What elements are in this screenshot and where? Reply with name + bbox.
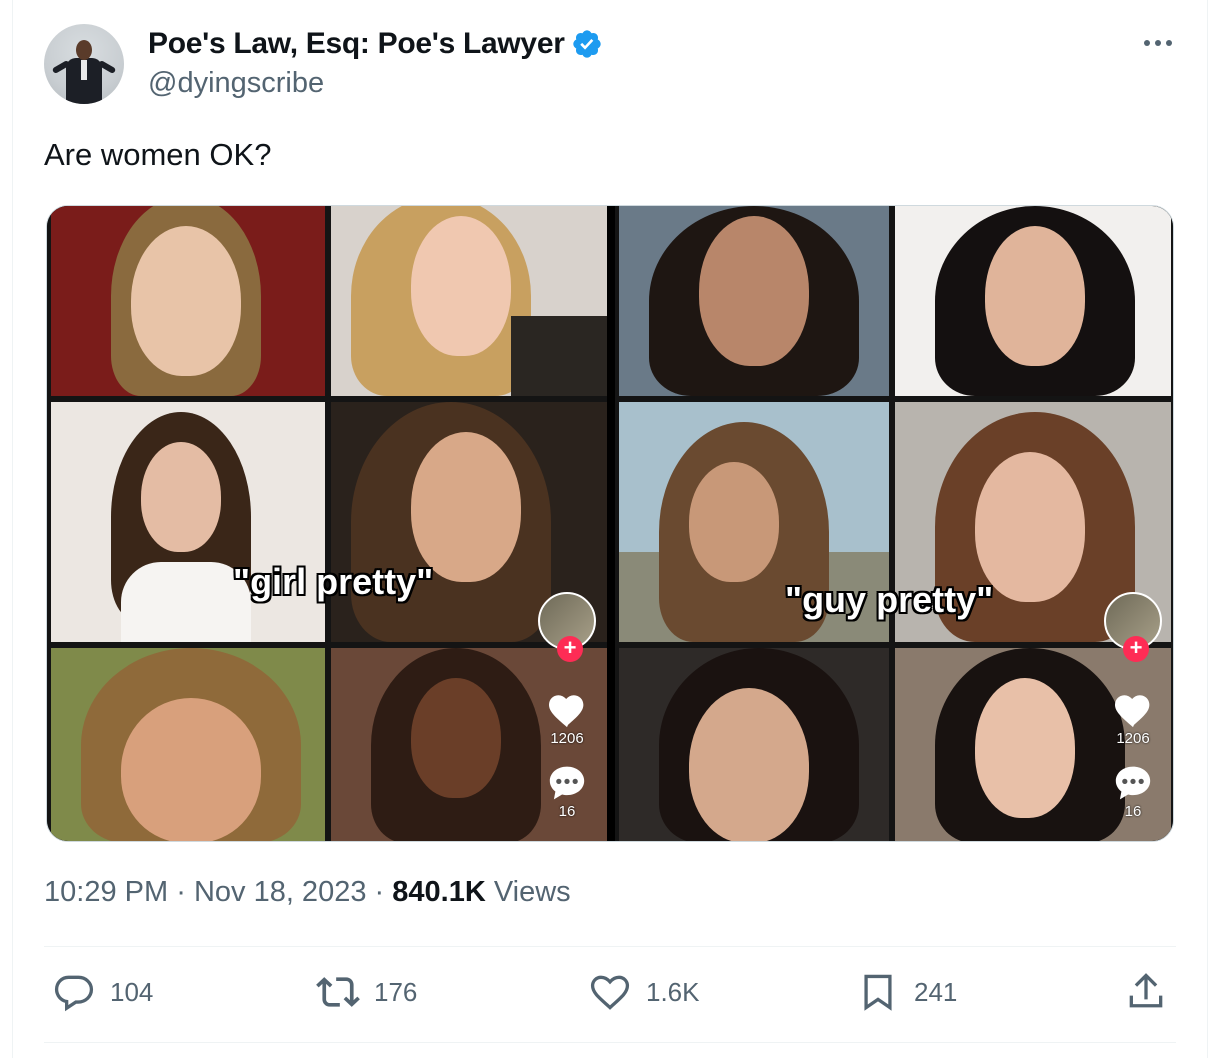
tiktok-creator-avatar: +: [1104, 592, 1162, 662]
like-count: 1.6K: [646, 976, 700, 1007]
reply-button[interactable]: 104: [52, 970, 153, 1014]
bookmark-count: 241: [914, 976, 958, 1007]
tweet-meta: 10:29 PM · Nov 18, 2023 · 840.1K Views: [44, 876, 571, 909]
display-name-text[interactable]: Poe's Law, Esq: Poe's Lawyer: [148, 27, 565, 61]
tiktok-comment-icon: [1115, 766, 1151, 800]
heart-icon: [590, 975, 630, 1010]
left-tiktok-sidebar: + 1206 16: [535, 592, 599, 820]
follow-plus-icon: +: [1123, 636, 1149, 662]
bookmark-icon: [864, 974, 892, 1011]
meta-separator: ·: [374, 876, 385, 908]
share-icon: [1129, 973, 1163, 1008]
tweet-time[interactable]: 10:29 PM: [44, 876, 168, 908]
tiktok-like-count: 1206: [1116, 730, 1150, 747]
more-horizontal-icon: [1144, 40, 1150, 46]
follow-plus-icon: +: [557, 636, 583, 662]
reply-icon: [54, 975, 94, 1012]
media-panel-right: "guy pretty" + 1206 16: [615, 206, 1173, 841]
retweet-button[interactable]: 176: [316, 970, 417, 1014]
share-button[interactable]: [1124, 970, 1168, 1014]
tiktok-comment-count: 16: [558, 803, 576, 820]
verified-badge-icon: [572, 30, 601, 58]
meta-separator: ·: [176, 876, 186, 908]
media-panel-left: "girl pretty" + 1206 16: [47, 206, 607, 841]
retweet-count: 176: [374, 976, 418, 1007]
tiktok-like-count: 1206: [550, 730, 584, 747]
views-count[interactable]: 840.1K: [392, 876, 486, 908]
left-caption: "girl pretty": [233, 561, 434, 602]
tiktok-heart-icon: [1115, 695, 1150, 728]
tiktok-comment-count: 16: [1124, 803, 1142, 820]
tweet-date[interactable]: Nov 18, 2023: [194, 876, 367, 908]
tweet-media-image[interactable]: "girl pretty" + 1206 16 "guy pretty" + 1…: [46, 205, 1174, 842]
right-tiktok-sidebar: + 1206 16: [1101, 592, 1165, 820]
divider: [44, 946, 1176, 947]
like-button[interactable]: 1.6K: [588, 970, 700, 1014]
author-display-name[interactable]: Poe's Law, Esq: Poe's Lawyer: [148, 27, 603, 61]
views-label: Views: [493, 876, 571, 908]
divider: [44, 1042, 1176, 1043]
more-options-button[interactable]: [1138, 28, 1178, 58]
tiktok-heart-icon: [549, 695, 584, 728]
bookmark-button[interactable]: 241: [856, 970, 957, 1014]
tiktok-comment-icon: [549, 766, 585, 800]
tiktok-creator-avatar: +: [538, 592, 596, 662]
retweet-icon: [316, 977, 360, 1007]
author-handle[interactable]: @dyingscribe: [148, 67, 324, 100]
reply-count: 104: [110, 976, 154, 1007]
tweet-text: Are women OK?: [44, 137, 272, 172]
right-caption: "guy pretty": [785, 579, 994, 620]
tweet-actions: 104 176 1.6K 241: [44, 970, 1176, 1026]
author-avatar[interactable]: [44, 24, 124, 104]
